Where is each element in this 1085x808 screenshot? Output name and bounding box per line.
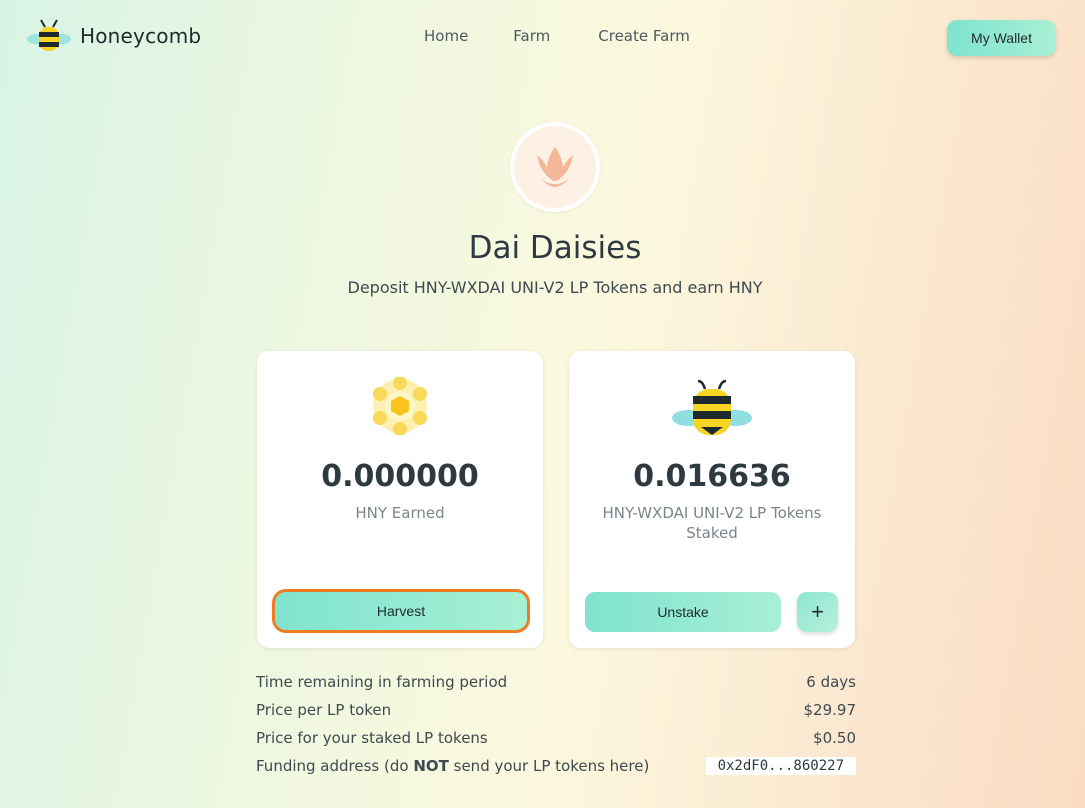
farm-subtitle: Deposit HNY-WXDAI UNI-V2 LP Tokens and e…: [347, 278, 763, 297]
farm-title: Dai Daisies: [468, 230, 642, 266]
farm-badge: [510, 122, 600, 212]
top-navbar: Honeycomb Home Farm Create Farm My Walle…: [0, 0, 1085, 76]
stat-row: Price per LP token $29.97: [256, 696, 856, 724]
funding-address-row: Funding address (do NOT send your LP tok…: [256, 752, 856, 780]
stat-label: Price for your staked LP tokens: [256, 729, 488, 747]
stat-value: $0.50: [813, 729, 856, 747]
staked-card: 0.016636 HNY-WXDAI UNI-V2 LP Tokens Stak…: [569, 351, 855, 648]
lp-staked-label: HNY-WXDAI UNI-V2 LP Tokens Staked: [602, 504, 822, 542]
stat-row: Time remaining in farming period 6 days: [256, 668, 856, 696]
earned-card: 0.000000 HNY Earned Harvest: [257, 351, 543, 648]
hny-earned-value: 0.000000: [321, 459, 479, 494]
plus-icon: +: [811, 599, 824, 624]
app-name: Honeycomb: [80, 24, 202, 48]
harvest-button[interactable]: Harvest: [275, 592, 527, 630]
funding-label-pre: Funding address (do: [256, 757, 414, 775]
funding-address-value[interactable]: 0x2dF0...860227: [705, 757, 856, 775]
bee-logo-icon: [27, 19, 71, 51]
farm-stats: Time remaining in farming period 6 days …: [256, 668, 856, 780]
lp-staked-value: 0.016636: [633, 459, 791, 494]
main-nav: Home Farm Create Farm: [424, 27, 690, 45]
nav-farm[interactable]: Farm: [513, 27, 550, 45]
funding-label-not: NOT: [413, 757, 449, 775]
nav-create-farm[interactable]: Create Farm: [598, 27, 690, 45]
nav-home[interactable]: Home: [424, 27, 468, 45]
logo[interactable]: Honeycomb: [26, 18, 201, 54]
honeycomb-coin-icon: [373, 377, 427, 435]
stat-value: $29.97: [803, 701, 857, 719]
funding-label-post: send your LP tokens here): [448, 757, 650, 775]
unstake-button[interactable]: Unstake: [585, 592, 781, 632]
stake-more-button[interactable]: +: [797, 592, 838, 632]
stat-label: Price per LP token: [256, 701, 392, 719]
funding-address-label: Funding address (do NOT send your LP tok…: [256, 757, 649, 775]
stat-value: 6 days: [806, 673, 856, 691]
stat-label: Time remaining in farming period: [256, 673, 508, 691]
stat-row: Price for your staked LP tokens $0.50: [256, 724, 856, 752]
bee-icon: [672, 379, 752, 435]
tulip-icon: [537, 147, 573, 187]
my-wallet-button[interactable]: My Wallet: [947, 20, 1056, 56]
hny-earned-label: HNY Earned: [355, 504, 445, 522]
